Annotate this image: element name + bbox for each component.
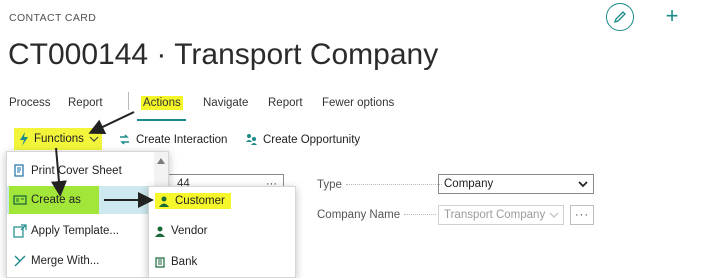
create-interaction-label: Create Interaction [136, 133, 228, 146]
functions-button[interactable]: Functions [14, 128, 102, 150]
merge-icon [14, 255, 26, 267]
menu-item-print-cover-sheet[interactable]: Print Cover Sheet [7, 157, 154, 185]
print-sheet-icon [14, 164, 24, 177]
menu-divider [128, 92, 129, 110]
new-button[interactable]: + [662, 3, 682, 28]
company-name-lookup-button[interactable]: ··· [570, 205, 594, 225]
pencil-icon [613, 11, 626, 24]
menu-item-label: Create as [31, 194, 81, 206]
menu-item-label: Apply Template... [31, 225, 120, 237]
active-tab-indicator [137, 119, 186, 121]
company-name-value: Transport Company [444, 209, 546, 221]
functions-menu: Print Cover Sheet Create as Apply Templa… [6, 151, 169, 278]
interaction-icon [120, 134, 129, 145]
opportunity-icon [246, 134, 257, 145]
chevron-down-icon [549, 212, 559, 218]
submenu-item-vendor[interactable]: Vendor [155, 225, 207, 237]
tab-report-2[interactable]: Report [268, 97, 303, 109]
menu-item-label: Print Cover Sheet [31, 165, 122, 177]
tab-process[interactable]: Process [9, 97, 51, 109]
page-kicker: CONTACT CARD [9, 12, 97, 24]
person-icon [155, 226, 165, 237]
person-icon [159, 196, 169, 207]
submenu-item-label: Vendor [171, 225, 208, 237]
type-label: Type [317, 179, 442, 191]
tab-navigate[interactable]: Navigate [203, 97, 248, 109]
submenu-item-label: Bank [171, 256, 198, 268]
template-icon [13, 224, 27, 238]
page-title: CT000144 · Transport Company [8, 38, 439, 71]
menu-item-create-as[interactable]: Create as [7, 186, 153, 214]
bank-icon [155, 256, 165, 268]
submenu-item-bank[interactable]: Bank [155, 256, 197, 268]
functions-label: Functions [34, 133, 84, 145]
tab-report[interactable]: Report [68, 97, 103, 109]
submenu-item-customer[interactable]: Customer [155, 193, 231, 209]
company-name-label: Company Name [317, 209, 437, 221]
create-as-submenu: Customer Vendor Bank [148, 186, 296, 278]
plus-icon: + [665, 3, 679, 28]
scroll-up-icon[interactable] [157, 158, 165, 164]
menu-item-label: Merge With... [31, 255, 100, 267]
submenu-item-label: Customer [175, 195, 225, 207]
chevron-down-icon [89, 136, 99, 142]
lightning-icon [20, 132, 28, 146]
menu-item-apply-template[interactable]: Apply Template... [7, 217, 154, 245]
menu-item-merge-with[interactable]: Merge With... [7, 247, 154, 275]
edit-button[interactable] [606, 3, 634, 31]
tab-fewer-options[interactable]: Fewer options [322, 97, 394, 109]
create-opportunity-label: Create Opportunity [263, 133, 361, 146]
create-interaction-button[interactable]: Create Interaction [118, 133, 227, 146]
create-opportunity-button[interactable]: Create Opportunity [245, 133, 360, 146]
type-select[interactable]: Company [438, 174, 594, 194]
company-name-field: Transport Company [438, 205, 564, 225]
type-select-value: Company [444, 178, 494, 190]
tab-actions[interactable]: Actions [141, 96, 183, 110]
create-card-icon [13, 195, 27, 205]
chevron-down-icon [578, 181, 588, 188]
